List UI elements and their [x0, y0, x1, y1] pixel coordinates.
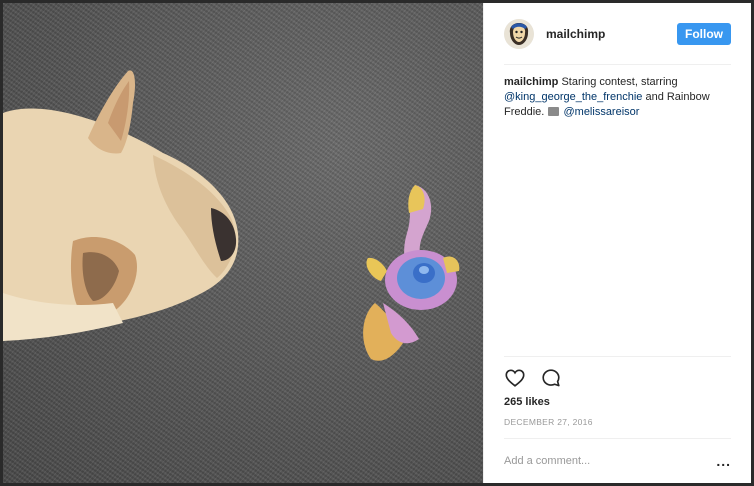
comment-bubble-icon[interactable]: [540, 367, 562, 389]
follow-button[interactable]: Follow: [677, 22, 731, 45]
post-sidebar: mailchimp Follow mailchimp Staring conte…: [483, 3, 751, 483]
photo-illustration: [3, 70, 460, 361]
caption-username[interactable]: mailchimp: [504, 76, 558, 88]
heart-icon[interactable]: [504, 367, 526, 389]
rainbow-toy-figure: [363, 185, 460, 361]
avatar[interactable]: [504, 18, 534, 49]
mention-link-melissareisor[interactable]: @melissareisor: [563, 106, 639, 118]
post-header: mailchimp Follow: [504, 3, 731, 65]
likes-count[interactable]: 265 likes: [504, 396, 731, 408]
caption-text: Staring contest, starring: [561, 76, 678, 88]
mention-link-king-george[interactable]: @king_george_the_frenchie: [504, 91, 642, 103]
mailchimp-freddie-avatar-icon: [504, 18, 534, 49]
more-options-button[interactable]: ...: [716, 454, 731, 468]
header-username[interactable]: mailchimp: [546, 27, 605, 41]
comment-input[interactable]: [504, 455, 717, 467]
post-date: DECEMBER 27, 2016: [504, 417, 731, 439]
comment-row: ...: [504, 439, 731, 483]
dog-figure: [3, 70, 239, 341]
post-actions: [504, 356, 731, 390]
post-caption: mailchimp Staring contest, starring @kin…: [504, 65, 731, 356]
camera-emoji-icon: [548, 107, 560, 116]
post-modal: mailchimp Follow mailchimp Staring conte…: [3, 3, 751, 483]
post-photo[interactable]: [3, 3, 483, 483]
